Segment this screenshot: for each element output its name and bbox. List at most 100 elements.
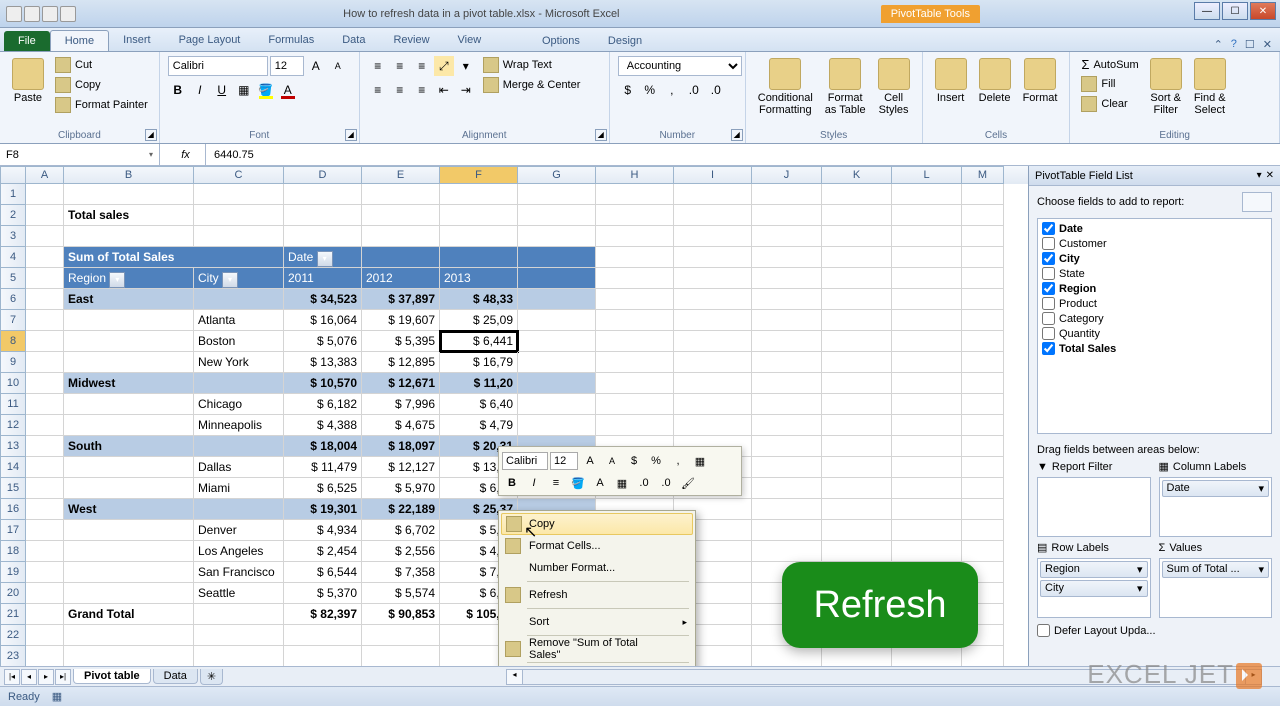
mini-currency-icon[interactable]: $ <box>624 451 644 471</box>
menu-copy[interactable]: Copy <box>501 513 693 535</box>
field-city[interactable]: City <box>1040 251 1269 266</box>
mini-grow-icon[interactable]: A <box>580 451 600 471</box>
field-category[interactable]: Category <box>1040 311 1269 326</box>
row-header-17[interactable]: 17 <box>0 520 26 541</box>
mini-italic-icon[interactable]: I <box>524 473 544 493</box>
sort-filter-button[interactable]: Sort & Filter <box>1146 56 1186 128</box>
field-list-close-icon[interactable]: ✕ <box>1266 170 1274 181</box>
minimize-button[interactable]: — <box>1194 2 1220 20</box>
increase-indent-icon[interactable]: ⇥ <box>456 80 476 100</box>
increase-decimal-icon[interactable]: .0 <box>684 80 704 100</box>
defer-checkbox[interactable] <box>1037 624 1050 637</box>
area-item-sum-of-total-[interactable]: Sum of Total ...▾ <box>1162 561 1270 578</box>
row-header-10[interactable]: 10 <box>0 373 26 394</box>
row-header-16[interactable]: 16 <box>0 499 26 520</box>
comma-button[interactable]: , <box>662 80 682 100</box>
help-icon[interactable]: ? <box>1231 38 1237 51</box>
menu-remove-sum-of-total-sales-[interactable]: Remove "Sum of Total Sales" <box>501 638 693 660</box>
row-header-15[interactable]: 15 <box>0 478 26 499</box>
row-header-3[interactable]: 3 <box>0 226 26 247</box>
percent-button[interactable]: % <box>640 80 660 100</box>
align-middle-icon[interactable]: ≡ <box>390 56 410 76</box>
row-header-12[interactable]: 12 <box>0 415 26 436</box>
mini-dec-decimal-icon[interactable]: .0 <box>656 473 676 493</box>
tab-home[interactable]: Home <box>50 30 109 51</box>
font-size-combo[interactable] <box>270 56 304 76</box>
area-item-region[interactable]: Region▾ <box>1040 561 1148 578</box>
area-item-city[interactable]: City▾ <box>1040 580 1148 597</box>
tab-review[interactable]: Review <box>379 30 443 51</box>
cell-styles-button[interactable]: Cell Styles <box>874 56 914 128</box>
col-header-A[interactable]: A <box>26 166 64 184</box>
mini-table-icon[interactable]: ▦ <box>690 451 710 471</box>
row-header-4[interactable]: 4 <box>0 247 26 268</box>
decrease-indent-icon[interactable]: ⇤ <box>434 80 454 100</box>
col-header-L[interactable]: L <box>892 166 962 184</box>
formula-input[interactable]: 6440.75 <box>206 144 1280 165</box>
field-list-dropdown-icon[interactable]: ▾ <box>1257 170 1262 181</box>
tab-data[interactable]: Data <box>328 30 379 51</box>
region-filter-icon[interactable]: ▾ <box>109 272 125 288</box>
autosum-button[interactable]: ΣAutoSum <box>1078 56 1141 73</box>
report-filter-area[interactable] <box>1037 477 1151 537</box>
number-launcher[interactable]: ◢ <box>731 129 743 141</box>
file-tab[interactable]: File <box>4 31 50 51</box>
col-header-J[interactable]: J <box>752 166 822 184</box>
orientation-dropdown[interactable]: ▾ <box>456 56 476 76</box>
tab-nav-button[interactable]: |◂ <box>4 669 20 685</box>
row-header-7[interactable]: 7 <box>0 310 26 331</box>
italic-button[interactable]: I <box>190 80 210 100</box>
mini-font-color-icon[interactable]: A <box>590 473 610 493</box>
mini-format-painter-icon[interactable]: 🖌 <box>678 473 698 493</box>
align-left-icon[interactable]: ≡ <box>368 80 388 100</box>
row-header-20[interactable]: 20 <box>0 583 26 604</box>
sheet-tab-data[interactable]: Data <box>153 669 198 684</box>
area-item-date[interactable]: Date▾ <box>1162 480 1270 497</box>
row-header-6[interactable]: 6 <box>0 289 26 310</box>
border-button[interactable]: ▦ <box>234 80 254 100</box>
date-filter-icon[interactable]: ▾ <box>317 251 333 267</box>
new-sheet-tab[interactable]: ✳ <box>200 669 223 685</box>
tab-view[interactable]: View <box>444 30 496 51</box>
city-filter-icon[interactable]: ▾ <box>222 272 238 288</box>
mini-shrink-icon[interactable]: A <box>602 451 622 471</box>
minimize-ribbon-icon[interactable]: ⌃ <box>1214 38 1223 51</box>
mini-border-icon[interactable]: ▦ <box>612 473 632 493</box>
mini-bold-icon[interactable]: B <box>502 473 522 493</box>
tab-nav-button[interactable]: ▸ <box>38 669 54 685</box>
number-format-combo[interactable]: Accounting <box>618 56 742 76</box>
font-color-button[interactable]: A <box>278 80 298 100</box>
layout-button[interactable] <box>1242 192 1272 212</box>
align-center-icon[interactable]: ≡ <box>390 80 410 100</box>
grow-font-icon[interactable]: A <box>306 56 326 76</box>
tab-design[interactable]: Design <box>594 31 656 51</box>
tab-formulas[interactable]: Formulas <box>254 30 328 51</box>
column-labels-area[interactable]: Date▾ <box>1159 477 1273 537</box>
worksheet-grid[interactable]: ABCDEFGHIJKLM 12345678910111213141516171… <box>0 166 1028 666</box>
row-header-5[interactable]: 5 <box>0 268 26 289</box>
format-painter-button[interactable]: Format Painter <box>52 96 151 114</box>
cut-button[interactable]: Cut <box>52 56 151 74</box>
row-header-21[interactable]: 21 <box>0 604 26 625</box>
row-header-2[interactable]: 2 <box>0 205 26 226</box>
shrink-font-icon[interactable]: A <box>328 56 348 76</box>
copy-button[interactable]: Copy <box>52 76 151 94</box>
mini-inc-decimal-icon[interactable]: .0 <box>634 473 654 493</box>
col-header-B[interactable]: B <box>64 166 194 184</box>
fill-color-button[interactable]: 🪣 <box>256 80 276 100</box>
close-button[interactable]: ✕ <box>1250 2 1276 20</box>
tab-nav-button[interactable]: ▸| <box>55 669 71 685</box>
menu-refresh[interactable]: Refresh <box>501 584 693 606</box>
field-total-sales[interactable]: Total Sales <box>1040 341 1269 356</box>
mini-comma-icon[interactable]: , <box>668 451 688 471</box>
select-all-corner[interactable] <box>0 166 26 184</box>
fx-icon[interactable]: fx <box>181 149 190 161</box>
font-launcher[interactable]: ◢ <box>345 129 357 141</box>
tab-insert[interactable]: Insert <box>109 30 165 51</box>
undo-icon[interactable] <box>42 6 58 22</box>
row-header-13[interactable]: 13 <box>0 436 26 457</box>
align-right-icon[interactable]: ≡ <box>412 80 432 100</box>
col-header-I[interactable]: I <box>674 166 752 184</box>
align-bottom-icon[interactable]: ≡ <box>412 56 432 76</box>
accounting-button[interactable]: $ <box>618 80 638 100</box>
